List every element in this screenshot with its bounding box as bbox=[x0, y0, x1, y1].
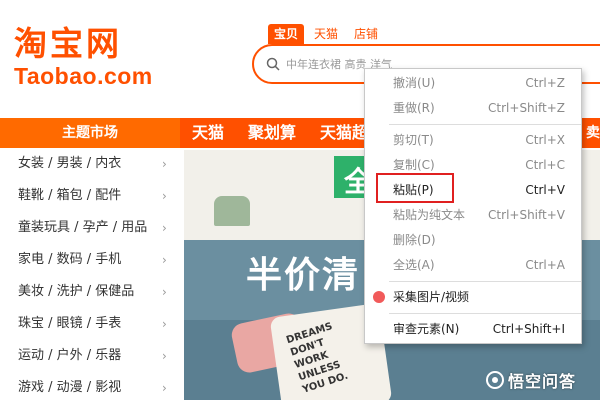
context-menu-item[interactable]: 粘贴为纯文本 Ctrl+Shift+V bbox=[365, 203, 581, 228]
menu-item-label: 全选(A) bbox=[393, 258, 435, 272]
pillow-text: DREAMS DON'T WORK UNLESS YOU DO. bbox=[285, 321, 350, 396]
chevron-right-icon: › bbox=[162, 381, 167, 395]
chevron-right-icon: › bbox=[162, 349, 167, 363]
chevron-right-icon: › bbox=[162, 189, 167, 203]
category-label: 女装 / 男装 / 内衣 bbox=[18, 156, 122, 171]
menu-item-label: 采集图片/视频 bbox=[393, 290, 470, 304]
menu-item-shortcut: Ctrl+C bbox=[525, 158, 565, 172]
watermark-text: 悟空问答 bbox=[508, 372, 577, 391]
nav-link-partial[interactable]: 卖 bbox=[586, 118, 600, 148]
context-menu: 撤消(U) Ctrl+Z 重做(R) Ctrl+Shift+Z 剪切(T) Ctrl+X 复… bbox=[364, 68, 582, 344]
search-icon bbox=[266, 57, 280, 71]
chevron-right-icon: › bbox=[162, 221, 167, 235]
wukong-logo-icon bbox=[486, 371, 504, 389]
context-menu-item[interactable]: 审查元素(N) Ctrl+Shift+I bbox=[365, 317, 581, 342]
category-label: 美妆 / 洗护 / 保健品 bbox=[18, 284, 135, 299]
menu-item-label: 审查元素(N) bbox=[393, 322, 460, 336]
nav-link[interactable]: 天猫 bbox=[180, 118, 236, 148]
menu-item-shortcut: Ctrl+Shift+V bbox=[488, 208, 565, 222]
category-item[interactable]: 家电 / 数码 / 手机 › bbox=[0, 244, 180, 276]
category-item[interactable]: 游戏 / 动漫 / 影视 › bbox=[0, 372, 180, 400]
menu-separator bbox=[389, 281, 581, 282]
menu-item-shortcut: Ctrl+X bbox=[525, 133, 565, 147]
category-list: 女装 / 男装 / 内衣 › 鞋靴 / 箱包 / 配件 › 童装玩具 / 孕产 / 用品… bbox=[0, 148, 180, 400]
context-menu-item[interactable]: 重做(R) Ctrl+Shift+Z bbox=[365, 96, 581, 121]
search-tab[interactable]: 天猫 bbox=[308, 24, 344, 44]
plant-image bbox=[214, 196, 250, 226]
nav-links: 天猫 聚划算 天猫超 bbox=[180, 118, 381, 148]
menu-item-label: 剪切(T) bbox=[393, 133, 434, 147]
category-label: 游戏 / 动漫 / 影视 bbox=[18, 380, 122, 395]
category-label: 家电 / 数码 / 手机 bbox=[18, 252, 122, 267]
search-tab[interactable]: 店铺 bbox=[348, 24, 384, 44]
category-label: 珠宝 / 眼镜 / 手表 bbox=[18, 316, 122, 331]
page: 淘宝网 Taobao.com 宝贝天猫店铺 主题市场 天猫聚划算天猫超 卖 女装… bbox=[0, 0, 600, 400]
taobao-logo[interactable]: 淘宝网 Taobao.com bbox=[14, 24, 164, 89]
category-item[interactable]: 鞋靴 / 箱包 / 配件 › bbox=[0, 180, 180, 212]
capture-icon bbox=[373, 291, 385, 303]
watermark: 悟空问答 bbox=[486, 366, 576, 394]
menu-item-shortcut: Ctrl+Z bbox=[525, 76, 565, 90]
context-menu-item[interactable]: 撤消(U) Ctrl+Z bbox=[365, 71, 581, 96]
paste-highlight-box bbox=[376, 173, 454, 203]
category-item[interactable]: 女装 / 男装 / 内衣 › bbox=[0, 148, 180, 180]
category-item[interactable]: 运动 / 户外 / 乐器 › bbox=[0, 340, 180, 372]
category-label: 运动 / 户外 / 乐器 bbox=[18, 348, 122, 363]
context-menu-item[interactable]: 删除(D) bbox=[365, 228, 581, 253]
menu-separator bbox=[389, 124, 581, 125]
logo-english: Taobao.com bbox=[14, 63, 153, 89]
search-tab[interactable]: 宝贝 bbox=[268, 24, 305, 44]
category-label: 鞋靴 / 箱包 / 配件 bbox=[18, 188, 122, 203]
nav-link[interactable]: 聚划算 bbox=[236, 118, 308, 148]
context-menu-item[interactable]: 剪切(T) Ctrl+X bbox=[365, 128, 581, 153]
logo-chinese: 淘宝网 bbox=[14, 24, 122, 63]
menu-item-label: 删除(D) bbox=[393, 233, 436, 247]
category-market-title: 主题市场 bbox=[0, 118, 180, 148]
banner-headline-main: 半价清 bbox=[246, 255, 361, 296]
chevron-right-icon: › bbox=[162, 253, 167, 267]
menu-separator bbox=[389, 313, 581, 314]
menu-item-label: 粘贴为纯文本 bbox=[393, 208, 466, 222]
menu-item-shortcut: Ctrl+V bbox=[525, 183, 565, 197]
menu-item-shortcut: Ctrl+Shift+I bbox=[492, 322, 565, 336]
category-item[interactable]: 珠宝 / 眼镜 / 手表 › bbox=[0, 308, 180, 340]
chevron-right-icon: › bbox=[162, 157, 167, 171]
menu-item-label: 撤消(U) bbox=[393, 76, 436, 90]
category-item[interactable]: 美妆 / 洗护 / 保健品 › bbox=[0, 276, 180, 308]
context-menu-item[interactable]: 采集图片/视频 bbox=[365, 285, 581, 310]
category-label: 童装玩具 / 孕产 / 用品 bbox=[18, 220, 148, 235]
category-item[interactable]: 童装玩具 / 孕产 / 用品 › bbox=[0, 212, 180, 244]
chevron-right-icon: › bbox=[162, 317, 167, 331]
menu-item-shortcut: Ctrl+A bbox=[525, 258, 565, 272]
menu-item-label: 重做(R) bbox=[393, 101, 435, 115]
chevron-right-icon: › bbox=[162, 285, 167, 299]
context-menu-item[interactable]: 全选(A) Ctrl+A bbox=[365, 253, 581, 278]
search-tabs: 宝贝 天猫 店铺 bbox=[268, 24, 388, 44]
menu-item-shortcut: Ctrl+Shift+Z bbox=[488, 101, 565, 115]
